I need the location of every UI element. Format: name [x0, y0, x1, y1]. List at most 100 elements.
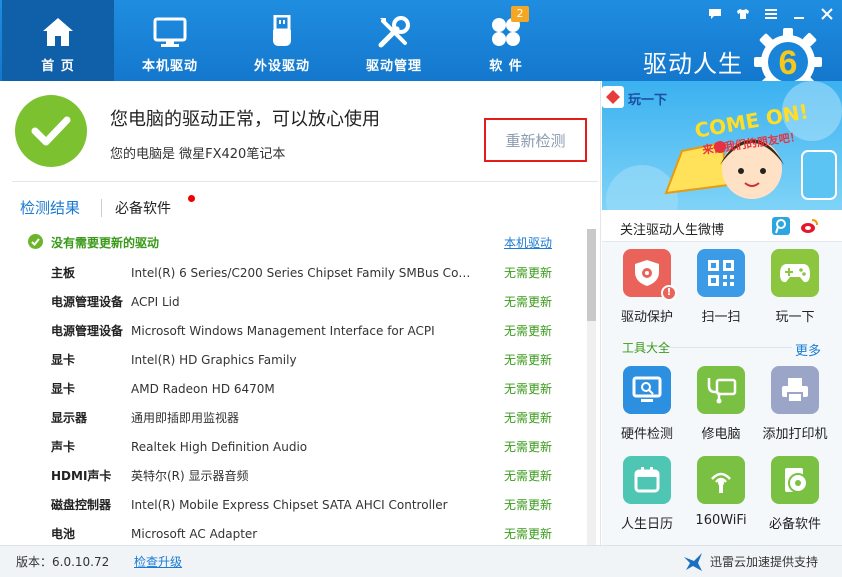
driver-device: 通用即插即用监视器 [131, 411, 240, 425]
tab-detection-results[interactable]: 检测结果 [20, 197, 80, 218]
scan-qr-button[interactable]: 扫一扫 [686, 249, 756, 325]
wifi-icon [697, 456, 745, 504]
shield-gear-icon: ! [623, 249, 677, 301]
software-icon [450, 12, 562, 52]
driver-category: 磁盘控制器 [51, 498, 112, 512]
driver-status: 无需更新 [504, 527, 553, 541]
xunlei-bird-icon [684, 553, 702, 571]
nav-local-drivers[interactable]: 本机驱动 [114, 0, 226, 81]
message-icon[interactable] [704, 4, 726, 24]
summary-text: 没有需要更新的驱动 [51, 236, 160, 250]
driver-row: 电源管理设备 Microsoft Windows Management Inte… [0, 321, 585, 350]
driver-category: 显卡 [51, 353, 76, 367]
driver-row: 电源管理设备 ACPI Lid 无需更新 [0, 292, 585, 321]
gamepad-icon [771, 249, 819, 297]
tools-section-title: 工具大全 [622, 341, 671, 355]
driver-device: Microsoft Windows Management Interface f… [131, 324, 435, 338]
tile-label: 添加打印机 [762, 427, 828, 442]
driver-device: Realtek High Definition Audio [131, 440, 308, 454]
tile-label: 硬件检测 [620, 427, 673, 442]
driver-category: 显示器 [51, 411, 88, 425]
local-drivers-link[interactable]: 本机驱动 [504, 234, 552, 251]
partner-text: 迅雷云加速提供支持 [710, 555, 819, 569]
minimize-icon[interactable] [788, 4, 810, 24]
close-icon[interactable] [816, 4, 838, 24]
stethoscope-icon [697, 366, 745, 414]
nav-home-label: 首 页 [41, 59, 75, 74]
brand-name: 驱动人生 [643, 50, 743, 78]
life-calendar-button[interactable]: 人生日历 [612, 456, 682, 532]
driver-device: Intel(R) 6 Series/C200 Series Chipset Fa… [131, 266, 476, 280]
tile-label: 人生日历 [620, 517, 673, 532]
skin-icon[interactable] [732, 4, 754, 24]
nav-peripheral-drivers-label: 外设驱动 [253, 59, 310, 74]
wifi-160-button[interactable]: 160WiFi [686, 456, 756, 528]
driver-status: 无需更新 [504, 498, 553, 512]
version-text: 版本：6.0.10.72 [16, 555, 110, 569]
game-promo-banner[interactable]: 玩一下 COME ON! 来做我们的朋友吧！ [602, 81, 842, 210]
play-game-button[interactable]: 玩一下 [760, 249, 830, 325]
check-icon [28, 234, 43, 249]
driver-protection-button[interactable]: ! 驱动保护 [612, 249, 682, 325]
nav-peripheral-drivers[interactable]: 外设驱动 [226, 0, 338, 81]
follow-weibo-text: 关注驱动人生微博 [620, 223, 725, 238]
sina-weibo-icon[interactable] [800, 217, 818, 235]
banner-tag: 玩一下 [628, 93, 668, 108]
driver-status: 无需更新 [504, 353, 553, 367]
calendar-icon [623, 456, 671, 504]
driver-device: Intel(R) HD Graphics Family [131, 353, 297, 367]
essential-software-button[interactable]: 必备软件 [760, 456, 830, 532]
driver-status: 无需更新 [504, 295, 553, 309]
driver-row: 磁盘控制器 Intel(R) Mobile Express Chipset SA… [0, 495, 585, 524]
tencent-weibo-icon[interactable] [772, 217, 790, 235]
tile-label: 驱动保护 [620, 310, 673, 325]
right-panel: 玩一下 COME ON! 来做我们的朋友吧！ 关注驱动人生微博 ! 驱动保护 扫… [602, 81, 842, 545]
check-upgrade-link[interactable]: 检查升级 [134, 553, 182, 570]
driver-row: 显示器 通用即插即用监视器 无需更新 [0, 408, 585, 437]
tab-separator [101, 199, 102, 217]
monitor-icon [114, 12, 226, 52]
driver-category: 电源管理设备 [51, 295, 124, 309]
hardware-check-icon [623, 366, 671, 414]
hardware-check-button[interactable]: 硬件检测 [612, 366, 682, 442]
home-icon [2, 12, 114, 52]
driver-category: 主板 [51, 266, 76, 280]
tab-essential-software[interactable]: 必备软件 [115, 198, 171, 218]
nav-home[interactable]: 首 页 [2, 0, 114, 81]
repair-pc-button[interactable]: 修电脑 [686, 366, 756, 442]
driver-status: 无需更新 [504, 266, 553, 280]
notification-dot [188, 195, 195, 202]
driver-device: 英特尔(R) 显示器音频 [131, 469, 249, 483]
brand-logo-digit: 6 [779, 44, 798, 82]
menu-icon[interactable] [760, 4, 782, 24]
usb-icon [226, 12, 338, 52]
nav-driver-management[interactable]: 驱动管理 [338, 0, 450, 81]
driver-list-scrollbar[interactable] [587, 229, 596, 545]
driver-category: 声卡 [51, 440, 76, 454]
follow-weibo-bar: 关注驱动人生微博 [602, 210, 842, 242]
nav-local-drivers-label: 本机驱动 [141, 59, 198, 74]
software-disc-icon [771, 456, 819, 504]
add-printer-button[interactable]: 添加打印机 [760, 366, 830, 442]
qrcode-icon [697, 249, 745, 297]
driver-status: 无需更新 [504, 382, 553, 396]
tile-label: 修电脑 [701, 427, 741, 442]
driver-device: Microsoft AC Adapter [131, 527, 258, 541]
nav-driver-management-label: 驱动管理 [365, 59, 422, 74]
rescan-button[interactable]: 重新检测 [484, 118, 587, 162]
driver-category: 显卡 [51, 382, 76, 396]
driver-row: 声卡 Realtek High Definition Audio 无需更新 [0, 437, 585, 466]
tile-label: 扫一扫 [701, 310, 741, 325]
scrollbar-thumb[interactable] [587, 229, 596, 321]
driver-status: 无需更新 [504, 469, 553, 483]
alert-icon: ! [661, 285, 677, 301]
more-tools-link[interactable]: 更多 [795, 340, 821, 359]
driver-status: 无需更新 [504, 324, 553, 338]
nav-software[interactable]: 2 软 件 [450, 0, 562, 81]
driver-category: 电池 [51, 527, 76, 541]
driver-device: Intel(R) Mobile Express Chipset SATA AHC… [131, 498, 448, 512]
status-title: 您电脑的驱动正常，可以放心使用 [110, 109, 380, 130]
nav-software-label: 软 件 [489, 59, 523, 74]
tools-divider [666, 347, 792, 348]
software-update-badge: 2 [511, 6, 529, 22]
